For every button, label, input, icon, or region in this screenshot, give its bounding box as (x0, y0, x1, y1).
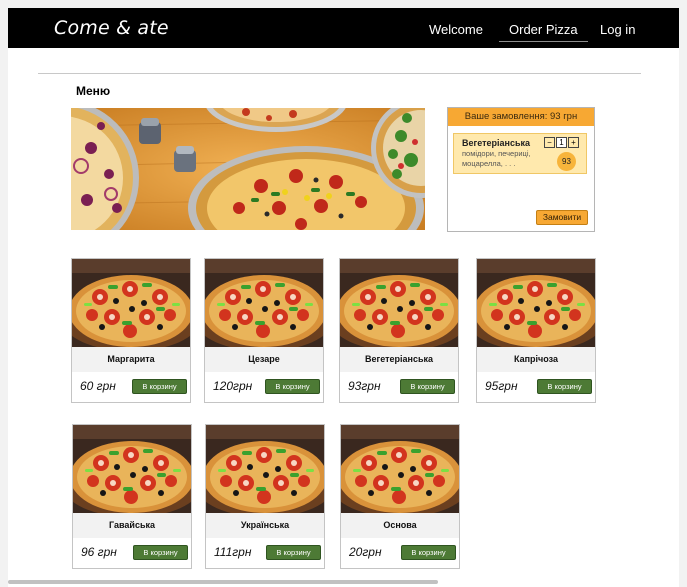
pizza-name: Вегетеріанська (340, 347, 458, 372)
pizza-image (340, 259, 458, 347)
order-item-name: Вегетеріанська (462, 138, 531, 148)
hero-pizza-image (71, 108, 425, 230)
divider (38, 73, 641, 74)
order-item-price-badge: 93 (557, 152, 576, 171)
pizza-card: Цезаре 120грн В корзину (204, 258, 324, 403)
order-item: Вегетеріанська помідори, печериці, моцар… (453, 133, 587, 174)
pizza-name: Капрічоза (477, 347, 595, 372)
add-to-cart-button[interactable]: В корзину (400, 379, 455, 394)
add-to-cart-button[interactable]: В корзину (537, 379, 592, 394)
order-total-header: Ваше замовлення: 93 грн (448, 108, 594, 126)
pizza-image (341, 425, 459, 513)
pizza-card: Основа 20грн В корзину (340, 424, 460, 569)
pizza-name: Основа (341, 513, 459, 538)
pizza-name: Цезаре (205, 347, 323, 372)
pizza-card: Гавайська 96 грн В корзину (72, 424, 192, 569)
pizza-image (477, 259, 595, 347)
pizza-name: Гавайська (73, 513, 191, 538)
pizza-name: Українська (206, 513, 324, 538)
pizza-price: 120грн (213, 379, 253, 393)
brand-logo[interactable]: Come & ate (54, 17, 169, 39)
quantity-plus-button[interactable]: + (568, 137, 579, 148)
order-item-ingredients: помідори, печериці, моцарелла, . . . (462, 149, 531, 168)
pizza-image (205, 259, 323, 347)
pizza-card: Українська 111грн В корзину (205, 424, 325, 569)
pizza-price: 20грн (349, 545, 382, 559)
add-to-cart-button[interactable]: В корзину (132, 379, 187, 394)
pizza-price: 96 грн (81, 545, 117, 559)
pizza-card: Капрічоза 95грн В корзину (476, 258, 596, 403)
quantity-value[interactable]: 1 (556, 137, 567, 148)
pizza-card: Вегетеріанська 93грн В корзину (339, 258, 459, 403)
nav-order-pizza[interactable]: Order Pizza (499, 19, 588, 42)
checkout-button[interactable]: Замовити (536, 210, 588, 225)
quantity-minus-button[interactable]: − (544, 137, 555, 148)
nav-log-in[interactable]: Log in (600, 22, 635, 37)
pizza-price: 95грн (485, 379, 518, 393)
quantity-stepper: − 1 + (544, 137, 579, 148)
pizza-price: 111грн (214, 545, 252, 559)
add-to-cart-button[interactable]: В корзину (133, 545, 188, 560)
pizza-image (73, 425, 191, 513)
nav-welcome[interactable]: Welcome (429, 22, 483, 37)
pizza-price: 60 грн (80, 379, 116, 393)
add-to-cart-button[interactable]: В корзину (401, 545, 456, 560)
hero-pizza-banner (71, 108, 425, 230)
pizza-name: Маргарита (72, 347, 190, 372)
horizontal-scrollbar[interactable] (8, 580, 438, 584)
order-panel: Ваше замовлення: 93 грн Вегетеріанська п… (447, 107, 595, 232)
page: Come & ate Welcome Order Pizza Log in Ме… (8, 8, 679, 587)
add-to-cart-button[interactable]: В корзину (265, 379, 320, 394)
pizza-image (206, 425, 324, 513)
top-navbar: Come & ate Welcome Order Pizza Log in (8, 8, 679, 48)
add-to-cart-button[interactable]: В корзину (266, 545, 321, 560)
pizza-image (72, 259, 190, 347)
menu-title: Меню (76, 84, 111, 98)
pizza-price: 93грн (348, 379, 381, 393)
pizza-card: Маргарита 60 грн В корзину (71, 258, 191, 403)
